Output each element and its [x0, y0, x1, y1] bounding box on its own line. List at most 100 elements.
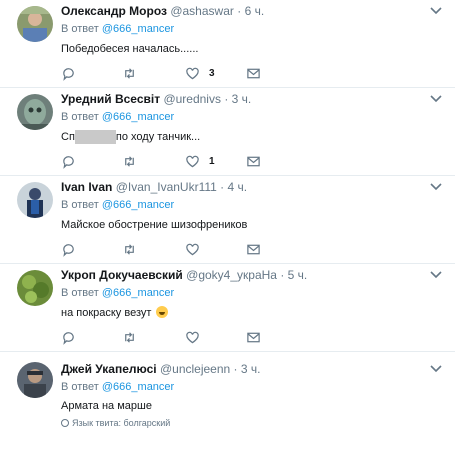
reply-context: В ответ @666_mancer [61, 286, 174, 300]
timestamp[interactable]: 3 ч. [241, 362, 261, 376]
reply-prefix: В ответ [61, 381, 99, 393]
tweet-header: Ivan Ivan @Ivan_IvanUkr111 · 4 ч. [61, 180, 247, 195]
reply-prefix: В ответ [61, 199, 99, 211]
direct-message-button[interactable] [246, 65, 261, 81]
reply-mention[interactable]: @666_mancer [102, 287, 174, 299]
username[interactable]: @urednivs [163, 92, 221, 106]
retweet-button[interactable] [122, 329, 146, 345]
message-icon [247, 332, 260, 342]
reply-mention[interactable]: @666_mancer [102, 23, 174, 35]
message-icon [247, 244, 260, 254]
avatar[interactable] [17, 362, 53, 398]
chevron-down-icon[interactable] [429, 361, 443, 375]
reply-context: В ответ @666_mancer [61, 380, 174, 394]
display-name[interactable]: Уредний Всесвіт [61, 92, 160, 106]
reply-mention[interactable]: @666_mancer [102, 381, 174, 393]
language-note: Язык твита: болгарский [61, 417, 170, 429]
chevron-down-icon[interactable] [429, 179, 443, 193]
username[interactable]: @unclejeenn [160, 362, 230, 376]
timestamp[interactable]: 5 ч. [288, 268, 308, 282]
direct-message-button[interactable] [246, 329, 261, 345]
chevron-down-icon[interactable] [429, 3, 443, 17]
retweet-icon [125, 243, 134, 255]
avatar[interactable] [17, 270, 53, 306]
chevron-down-icon[interactable] [429, 267, 443, 281]
display-name[interactable]: Олександр Мороз [61, 4, 167, 18]
tweet-text-content: на покраску везут [61, 307, 152, 319]
tweet-actions [61, 329, 261, 345]
tweet[interactable]: Олександр Мороз @ashaswar · 6 ч. В ответ… [0, 0, 455, 88]
tweet-text: Сп по ходу танчик... [61, 130, 200, 144]
tweet-text: Победобесея началась...... [61, 43, 199, 55]
like-icon [186, 67, 199, 79]
timestamp[interactable]: 3 ч. [232, 92, 252, 106]
message-icon [247, 68, 260, 78]
reply-mention[interactable]: @666_mancer [102, 111, 174, 123]
tweet-text: Майское обострение шизофреников [61, 219, 248, 231]
reply-context: В ответ @666_mancer [61, 22, 174, 36]
tweet-header: Олександр Мороз @ashaswar · 6 ч. [61, 4, 264, 19]
tweet-actions [61, 241, 261, 257]
reply-icon [63, 243, 74, 257]
grinning-face-emoji [156, 306, 169, 318]
like-button[interactable]: 3 [185, 65, 215, 81]
display-name[interactable]: Ivan Ivan [61, 180, 112, 194]
direct-message-button[interactable] [246, 153, 261, 169]
reply-context: В ответ @666_mancer [61, 110, 174, 124]
like-button[interactable] [185, 329, 209, 345]
like-icon [186, 155, 199, 167]
reply-button[interactable] [61, 329, 85, 345]
retweet-button[interactable] [122, 153, 146, 169]
avatar[interactable] [17, 182, 53, 218]
retweet-icon [125, 67, 134, 79]
tweet[interactable]: Уредний Всесвіт @urednivs · 3 ч. В ответ… [0, 88, 455, 176]
globe-icon [61, 419, 69, 427]
username[interactable]: @Ivan_IvanUkr111 [116, 180, 217, 194]
tweet[interactable]: Ivan Ivan @Ivan_IvanUkr111 · 4 ч. В отве… [0, 176, 455, 264]
tweet-text: на покраску везут [61, 306, 169, 320]
tweet-actions: 3 [61, 65, 261, 81]
retweet-button[interactable] [122, 241, 146, 257]
username[interactable]: @goky4_укpаHa [186, 268, 277, 282]
display-name[interactable]: Укроп Докучаевский [61, 268, 183, 282]
reply-prefix: В ответ [61, 111, 99, 123]
timestamp[interactable]: 4 ч. [228, 180, 248, 194]
reply-mention[interactable]: @666_mancer [102, 199, 174, 211]
separator-dot: · [237, 4, 242, 18]
reply-timeline: Олександр Мороз @ashaswar · 6 ч. В ответ… [0, 0, 455, 466]
chevron-down-icon[interactable] [429, 91, 443, 105]
separator-dot: · [220, 180, 225, 194]
like-icon [186, 331, 199, 343]
reply-button[interactable] [61, 65, 85, 81]
tweet-text-end: по ходу танчик... [115, 131, 201, 143]
separator-dot: · [280, 268, 285, 282]
direct-message-button[interactable] [246, 241, 261, 257]
username[interactable]: @ashaswar [170, 4, 234, 18]
reply-button[interactable] [61, 153, 85, 169]
like-icon [186, 243, 199, 255]
retweet-icon [125, 155, 134, 167]
reply-icon [63, 155, 74, 169]
tweet-header: Джей Укапелюсі @unclejeenn · 3 ч. [61, 362, 260, 377]
reply-prefix: В ответ [61, 23, 99, 35]
tweet-text: Армата на марше [61, 400, 152, 412]
separator-dot: · [224, 92, 229, 106]
like-count: 3 [209, 67, 215, 79]
tweet[interactable]: Укроп Докучаевский @goky4_укpаHa · 5 ч. … [0, 264, 455, 352]
tweet-text-start: Сп [61, 131, 75, 143]
retweet-button[interactable] [122, 65, 146, 81]
tweet-actions: 1 [61, 153, 261, 169]
message-icon [247, 156, 260, 166]
avatar[interactable] [17, 94, 53, 130]
tweet[interactable]: Джей Укапелюсі @unclejeenn · 3 ч. В отве… [0, 352, 455, 466]
like-count: 1 [209, 155, 215, 167]
display-name[interactable]: Джей Укапелюсі [61, 362, 157, 376]
language-note-text[interactable]: Язык твита: болгарский [72, 418, 170, 428]
separator-dot: · [233, 362, 238, 376]
reply-button[interactable] [61, 241, 85, 257]
like-button[interactable]: 1 [185, 153, 215, 169]
avatar[interactable] [17, 6, 53, 42]
timestamp[interactable]: 6 ч. [245, 4, 265, 18]
like-button[interactable] [185, 241, 209, 257]
reply-context: В ответ @666_mancer [61, 198, 174, 212]
